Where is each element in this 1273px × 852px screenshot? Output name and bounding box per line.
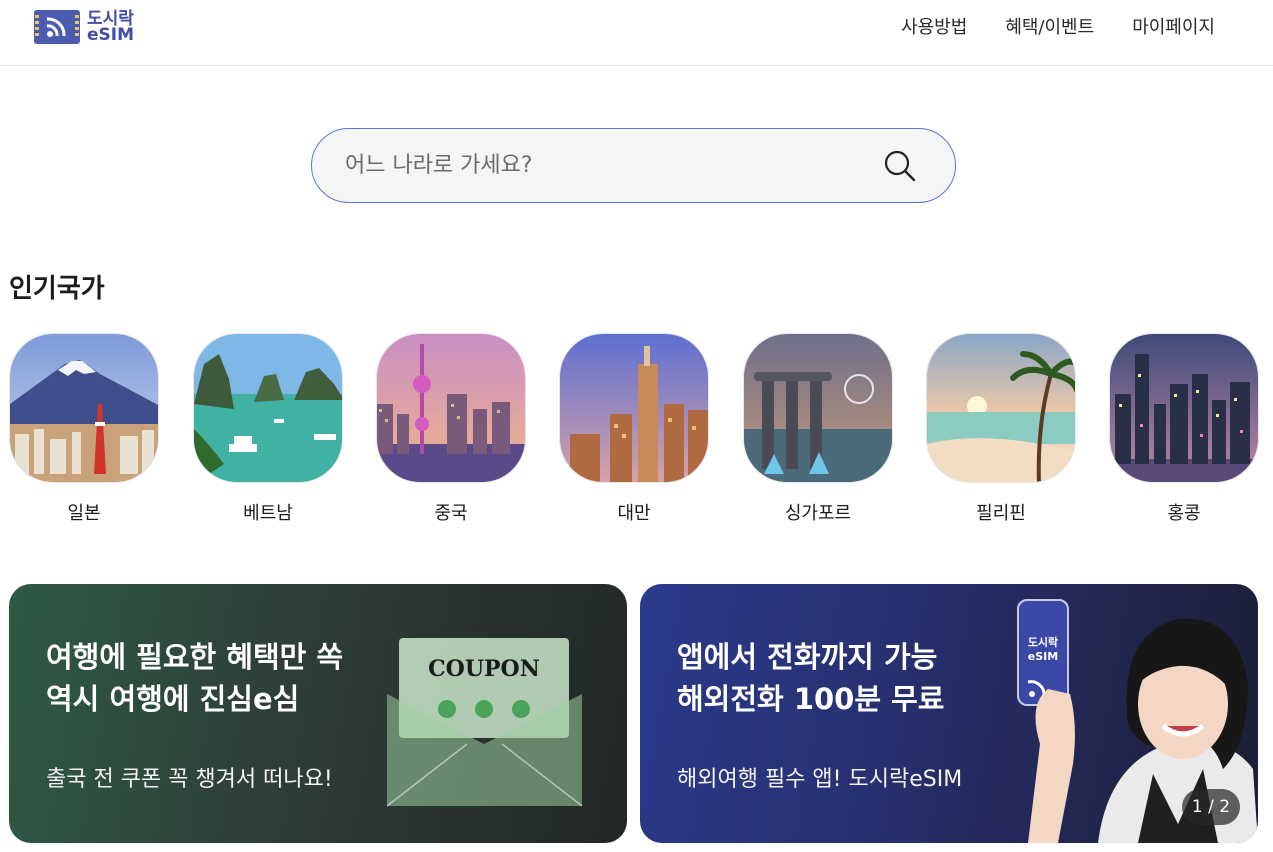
hongkong-image [1109,333,1259,483]
country-card-japan[interactable]: 일본 [9,333,159,525]
logo-line-2: eSIM [87,25,135,45]
popular-countries-title: 인기국가 [9,274,105,304]
free-call-banner[interactable]: 앱에서 전화까지 가능 해외전화 100분 무료 해외여행 필수 앱! 도시락e… [640,584,1258,843]
country-card-china[interactable]: 중국 [376,333,526,525]
country-card-philippines[interactable]: 필리핀 [926,333,1076,525]
country-card-vietnam[interactable]: 베트남 [193,333,343,525]
slide-pager: 1 / 2 [1182,789,1240,825]
country-search-input[interactable] [345,153,865,178]
country-name: 필리핀 [976,503,1026,524]
main-nav: 사용방법 혜택/이벤트 마이페이지 [901,15,1215,41]
singapore-image [743,333,893,483]
phone-logo-line-1: 도시락 [1028,636,1058,649]
coupon-banner[interactable]: 여행에 필요한 혜택만 쏙 역시 여행에 진심e심 출국 전 쿠폰 꼭 챙겨서 … [9,584,627,843]
country-name: 베트남 [243,503,293,524]
nav-my-page[interactable]: 마이페이지 [1132,15,1215,41]
japan-image [9,333,159,483]
banner-subtext: 해외여행 필수 앱! 도시락eSIM [677,767,963,792]
taiwan-image [559,333,709,483]
country-card-singapore[interactable]: 싱가포르 [743,333,893,525]
popular-countries-list: 일본 베트남 중국 대만 싱가포르 필리핀 홍콩 [9,333,1264,533]
banner-headline: 여행에 필요한 혜택만 쏙 역시 여행에 진심e심 [46,640,344,716]
coupon-text: COUPON [428,656,540,682]
vietnam-image [193,333,343,483]
country-name: 홍콩 [1167,503,1201,524]
envelope-coupon-icon: COUPON [387,638,582,807]
phone-logo-line-2: eSIM [1028,650,1058,663]
china-image [376,333,526,483]
logo[interactable]: 도시락 eSIM [34,10,134,44]
search-icon[interactable] [883,149,917,183]
country-name: 싱가포르 [784,503,852,524]
country-card-hongkong[interactable]: 홍콩 [1109,333,1259,525]
nav-benefits-events[interactable]: 혜택/이벤트 [1005,15,1094,41]
nav-how-to-use[interactable]: 사용방법 [901,15,967,41]
sim-logo-icon [34,10,80,44]
top-header: 도시락 eSIM 사용방법 혜택/이벤트 마이페이지 [0,0,1273,66]
philippines-image [926,333,1076,483]
country-name: 일본 [67,503,101,524]
country-search-box [311,128,956,203]
logo-text: 도시락 eSIM [87,11,135,45]
banner-subtext: 출국 전 쿠폰 꼭 챙겨서 떠나요! [46,767,333,792]
country-name: 대만 [617,503,651,524]
country-card-taiwan[interactable]: 대만 [559,333,709,525]
country-name: 중국 [434,503,468,524]
